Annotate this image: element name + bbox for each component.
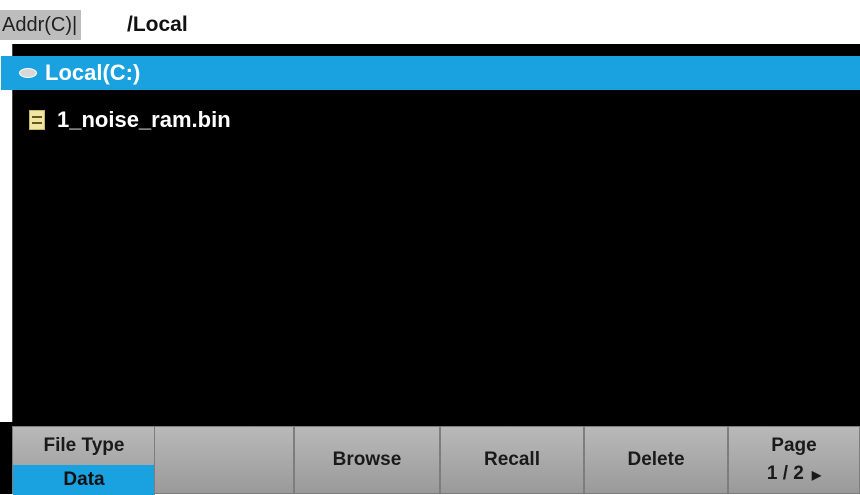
file-icon xyxy=(29,110,45,130)
blank-softkey[interactable] xyxy=(154,426,294,494)
file-type-button[interactable]: File Type Data xyxy=(12,426,156,495)
recall-button[interactable]: Recall xyxy=(440,426,584,494)
file-item-label: 1_noise_ram.bin xyxy=(57,107,231,132)
tree-item-local-drive[interactable]: Local(C:) xyxy=(1,56,860,90)
address-bar: Addr(C)| /Local xyxy=(0,0,860,44)
file-browser: Local(C:) 1_noise_ram.bin xyxy=(1,44,860,422)
tree-item-label: Local(C:) xyxy=(45,60,141,85)
page-value-row: 1 / 2 ▶ xyxy=(767,462,821,487)
delete-button[interactable]: Delete xyxy=(584,426,728,494)
next-arrow-icon: ▶ xyxy=(811,467,822,482)
file-item[interactable]: 1_noise_ram.bin xyxy=(13,100,860,140)
softkey-bar: File Type Data Browse Recall Delete Page… xyxy=(0,422,860,495)
file-type-label: File Type xyxy=(43,435,125,456)
file-type-value: Data xyxy=(13,465,155,495)
page-label: Page xyxy=(771,434,817,456)
address-path: /Local xyxy=(127,13,188,36)
browse-button[interactable]: Browse xyxy=(294,426,440,494)
page-button[interactable]: Page 1 / 2 ▶ xyxy=(728,426,860,494)
drive-icon xyxy=(19,68,37,78)
page-value: 1 / 2 xyxy=(766,462,804,484)
address-label: Addr(C)| xyxy=(0,10,82,40)
